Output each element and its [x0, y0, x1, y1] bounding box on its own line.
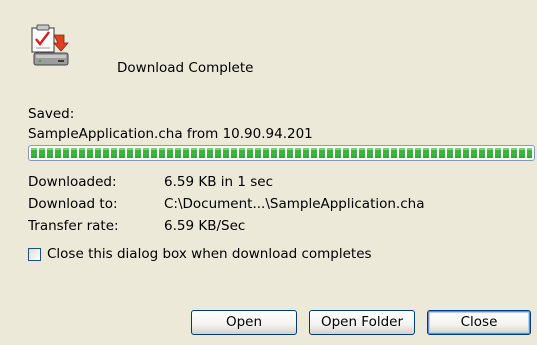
transfer-rate-label: Transfer rate:: [28, 218, 119, 234]
download-progress-bar: [28, 145, 535, 161]
close-when-done-checkbox[interactable]: [28, 247, 41, 261]
downloaded-row: Downloaded: 6.59 KB in 1 sec: [28, 174, 273, 190]
close-when-done-option[interactable]: Close this dialog box when download comp…: [28, 246, 372, 262]
download-complete-icon: [26, 23, 72, 69]
downloaded-value: 6.59 KB in 1 sec: [164, 174, 273, 190]
progress-fill: [31, 148, 532, 158]
saved-label: Saved:: [28, 106, 75, 122]
transfer-rate-row: Transfer rate: 6.59 KB/Sec: [28, 218, 245, 234]
transfer-rate-value: 6.59 KB/Sec: [164, 218, 246, 234]
open-folder-button[interactable]: Open Folder: [309, 310, 415, 335]
close-button[interactable]: Close: [427, 310, 531, 335]
dialog-title: Download Complete: [117, 60, 254, 76]
close-when-done-label: Close this dialog box when download comp…: [47, 246, 372, 262]
saved-source-text: SampleApplication.cha from 10.90.94.201: [28, 126, 313, 142]
download-to-row: Download to: C:\Document...\SampleApplica…: [28, 196, 424, 212]
download-complete-dialog: Download Complete Saved: SampleApplicati…: [0, 0, 537, 345]
download-to-value: C:\Document...\SampleApplication.cha: [164, 196, 425, 212]
download-to-label: Download to:: [28, 196, 118, 212]
open-button[interactable]: Open: [191, 310, 297, 335]
downloaded-label: Downloaded:: [28, 174, 117, 190]
